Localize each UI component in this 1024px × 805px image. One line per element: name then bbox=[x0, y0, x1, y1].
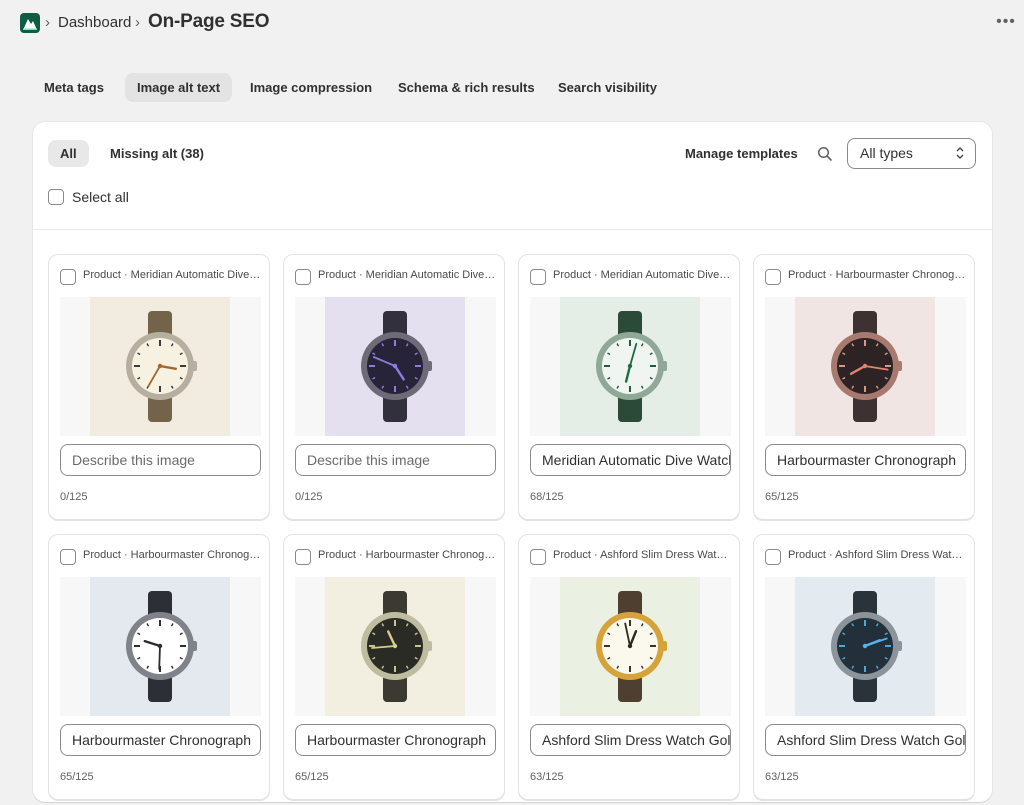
image-card: Product · Harbourmaster Chronograph Harbo… bbox=[753, 254, 975, 520]
tab-meta-tags[interactable]: Meta tags bbox=[32, 73, 116, 102]
character-count: 0/125 bbox=[60, 491, 88, 503]
watch-image bbox=[795, 297, 935, 436]
image-card: Product · Ashford Slim Dress Watch Gold A… bbox=[753, 534, 975, 800]
page-title: On-Page SEO bbox=[148, 11, 270, 32]
image-card-checkbox[interactable] bbox=[295, 269, 311, 285]
image-thumbnail[interactable] bbox=[530, 577, 731, 716]
image-card-checkbox[interactable] bbox=[765, 269, 781, 285]
character-count: 63/125 bbox=[530, 771, 564, 783]
breadcrumb-dashboard-link[interactable]: Dashboard bbox=[58, 14, 131, 31]
divider bbox=[33, 229, 992, 230]
alt-text-input[interactable]: Harbourmaster Chronograph bbox=[60, 724, 261, 756]
tab-search-visibility[interactable]: Search visibility bbox=[546, 73, 669, 102]
alt-text-input[interactable]: Describe this image bbox=[295, 444, 496, 476]
select-all-label: Select all bbox=[72, 189, 129, 205]
image-alt-card: All Missing alt (38) Manage templates Al… bbox=[33, 122, 992, 802]
image-card: Product · Harbourmaster Chronograph Harbo… bbox=[48, 534, 270, 800]
character-count: 65/125 bbox=[295, 771, 329, 783]
character-count: 65/125 bbox=[765, 491, 799, 503]
type-select-value: All types bbox=[860, 145, 913, 161]
image-thumbnail[interactable] bbox=[60, 297, 261, 436]
image-card: Product · Meridian Automatic Dive Watch D… bbox=[48, 254, 270, 520]
image-card: Product · Ashford Slim Dress Watch Gold A… bbox=[518, 534, 740, 800]
character-count: 65/125 bbox=[60, 771, 94, 783]
image-card-label: Product · Meridian Automatic Dive Watch bbox=[318, 269, 496, 281]
top-bar: › Dashboard › On-Page SEO ••• bbox=[0, 0, 1024, 48]
watch-image bbox=[90, 297, 230, 436]
watch-image bbox=[325, 297, 465, 436]
image-card-checkbox[interactable] bbox=[765, 549, 781, 565]
tab-image-alt-text[interactable]: Image alt text bbox=[125, 73, 233, 102]
select-all-checkbox[interactable] bbox=[48, 189, 64, 205]
image-thumbnail[interactable] bbox=[765, 577, 966, 716]
filter-all[interactable]: All bbox=[48, 140, 89, 167]
filter-missing-alt[interactable]: Missing alt (38) bbox=[98, 140, 216, 167]
select-chevron-icon bbox=[956, 147, 964, 159]
character-count: 0/125 bbox=[295, 491, 323, 503]
image-thumbnail[interactable] bbox=[530, 297, 731, 436]
tab-schema-rich-results[interactable]: Schema & rich results bbox=[386, 73, 547, 102]
image-thumbnail[interactable] bbox=[295, 577, 496, 716]
watch-image bbox=[325, 577, 465, 716]
image-card-label: Product · Ashford Slim Dress Watch Gold bbox=[788, 549, 966, 561]
character-count: 68/125 bbox=[530, 491, 564, 503]
image-card-checkbox[interactable] bbox=[530, 549, 546, 565]
watch-image bbox=[560, 297, 700, 436]
image-card-label: Product · Ashford Slim Dress Watch Gold bbox=[553, 549, 731, 561]
image-card-checkbox[interactable] bbox=[530, 269, 546, 285]
tab-image-compression[interactable]: Image compression bbox=[238, 73, 384, 102]
image-card-label: Product · Harbourmaster Chronograph bbox=[318, 549, 496, 561]
alt-text-input[interactable]: Ashford Slim Dress Watch Gold bbox=[765, 724, 966, 756]
image-card-label: Product · Harbourmaster Chronograph bbox=[83, 549, 261, 561]
app-logo-icon[interactable] bbox=[20, 13, 40, 33]
image-thumbnail[interactable] bbox=[765, 297, 966, 436]
manage-templates-button[interactable]: Manage templates bbox=[685, 140, 798, 167]
watch-image bbox=[560, 577, 700, 716]
search-icon[interactable] bbox=[817, 146, 833, 162]
alt-text-input[interactable]: Meridian Automatic Dive Watch bbox=[530, 444, 731, 476]
type-select[interactable]: All types bbox=[847, 138, 976, 169]
image-card-checkbox[interactable] bbox=[295, 549, 311, 565]
image-thumbnail[interactable] bbox=[295, 297, 496, 436]
image-card: Product · Meridian Automatic Dive Watch M… bbox=[518, 254, 740, 520]
image-card-label: Product · Harbourmaster Chronograph bbox=[788, 269, 966, 281]
alt-text-input[interactable]: Describe this image bbox=[60, 444, 261, 476]
image-card-checkbox[interactable] bbox=[60, 269, 76, 285]
breadcrumb-separator: › bbox=[45, 14, 50, 31]
alt-text-input[interactable]: Ashford Slim Dress Watch Gold bbox=[530, 724, 731, 756]
watch-image bbox=[795, 577, 935, 716]
watch-image bbox=[90, 577, 230, 716]
image-card-label: Product · Meridian Automatic Dive Watch bbox=[553, 269, 731, 281]
image-card: Product · Harbourmaster Chronograph Harbo… bbox=[283, 534, 505, 800]
image-thumbnail[interactable] bbox=[60, 577, 261, 716]
image-card: Product · Meridian Automatic Dive Watch D… bbox=[283, 254, 505, 520]
character-count: 63/125 bbox=[765, 771, 799, 783]
breadcrumb-separator: › bbox=[135, 14, 140, 31]
alt-text-input[interactable]: Harbourmaster Chronograph bbox=[765, 444, 966, 476]
more-actions-icon[interactable]: ••• bbox=[996, 14, 1016, 34]
image-card-label: Product · Meridian Automatic Dive Watch bbox=[83, 269, 261, 281]
alt-text-input[interactable]: Harbourmaster Chronograph bbox=[295, 724, 496, 756]
image-card-checkbox[interactable] bbox=[60, 549, 76, 565]
